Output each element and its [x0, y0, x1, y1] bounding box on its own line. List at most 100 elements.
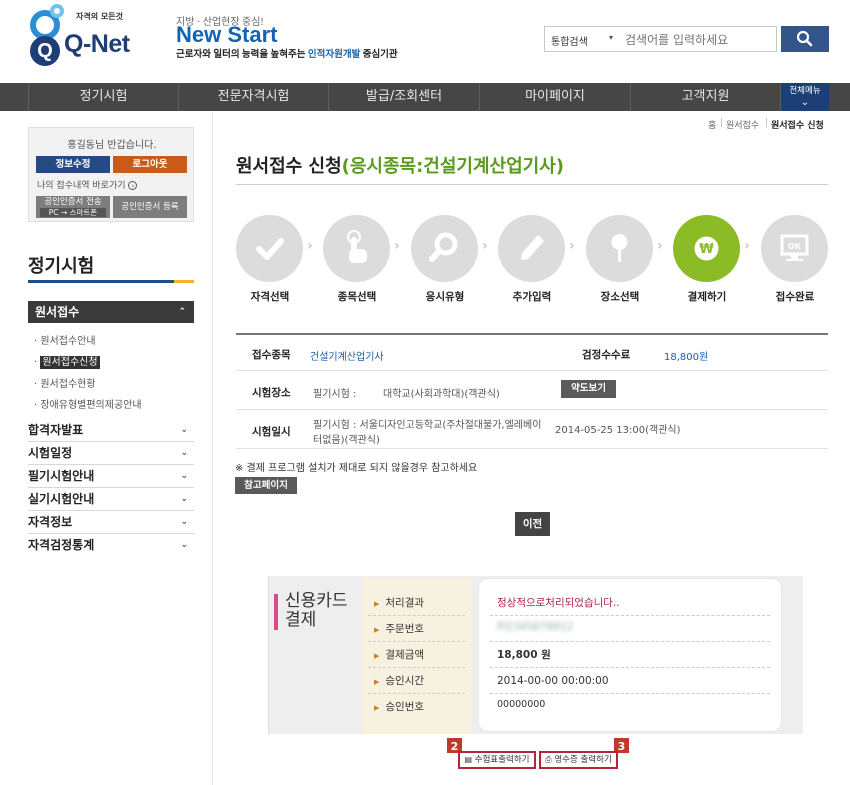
print-admission-ticket-button[interactable]: ▤ 수험표출력하기 [458, 751, 536, 769]
svg-text:OK: OK [788, 242, 802, 251]
search-scope-select[interactable]: 통합검색 [551, 33, 588, 48]
step-3-circle [411, 215, 478, 282]
new-start-desc: 근로자와 일터의 능력을 높혀주는 인적자원개발 중심기관 [176, 50, 398, 60]
info-row-divider [236, 448, 828, 449]
subject-label: 접수종목 [252, 349, 291, 361]
place-label: 시험장소 [252, 387, 291, 399]
payment-label-order: ▶ 주문번호 [374, 623, 425, 635]
chevron-down-icon: ⌄ [800, 97, 810, 108]
chevron-down-icon: ⌄ [180, 471, 188, 481]
logo-subtitle: 자격의 모든것 [76, 12, 123, 21]
chevron-right-icon: › [482, 238, 488, 254]
sidebar-divider [212, 111, 213, 785]
chevron-down-icon: ⌄ [180, 448, 188, 458]
step-label-3: 응시유형 [425, 291, 465, 303]
magnifier-icon [429, 232, 458, 262]
breadcrumb-home[interactable]: 홈 [708, 118, 716, 131]
chevron-down-icon: ⌄ [180, 540, 188, 550]
gnb-item-support[interactable]: 고객지원 [630, 83, 781, 111]
info-row-divider [236, 409, 828, 410]
ok-monitor-icon: OK [780, 234, 809, 261]
step-6-circle-active: ₩ [673, 215, 740, 282]
printer-icon: ⎙ [545, 755, 552, 764]
chevron-down-icon: ⌄ [180, 425, 188, 435]
info-row-divider [236, 370, 828, 371]
sidebar-sub-item-status[interactable]: · 원서접수현황 [34, 375, 96, 390]
chevron-right-icon: › [657, 238, 663, 254]
chevron-right-icon: › [744, 238, 750, 254]
step-1-circle [236, 215, 303, 282]
sidebar-item-schedule[interactable]: 시험일정 ⌄ [28, 442, 194, 465]
step-label-5: 장소선택 [600, 291, 640, 303]
date-place-line-1: 필기시험 : 서울디자인고등학교(주차절대불가,엘레베이 [313, 420, 542, 431]
step-label-7: 접수완료 [775, 291, 815, 303]
sidebar-sub-item-apply[interactable]: · 원서접수신청 [34, 353, 100, 369]
all-menu-button[interactable]: 전체메뉴 ⌄ [781, 83, 829, 111]
map-button[interactable]: 약도보기 [561, 380, 616, 398]
cert-transfer-button[interactable]: 공인인증서 전송 PC → 스마트폰 [36, 196, 110, 218]
reference-page-button[interactable]: 참고페이지 [235, 477, 297, 494]
all-menu-label: 전체메뉴 [789, 86, 821, 96]
search-button[interactable] [781, 26, 829, 52]
sidebar-item-practical-guide[interactable]: 실기시험안내 ⌄ [28, 488, 194, 511]
search-icon [796, 30, 813, 47]
arrow-bullet-icon: ▶ [374, 626, 380, 634]
payment-result-value: 정상적으로처리되었습니다.. [497, 597, 620, 609]
chevron-right-icon: › [307, 238, 313, 254]
sidebar-sub-head-application[interactable]: 원서접수 ⌃ [28, 301, 194, 323]
sidebar-section-title: 정기시험 [28, 256, 95, 277]
sidebar-item-results[interactable]: 합격자발표 ⌄ [28, 419, 194, 442]
arrow-bullet-icon: ▶ [374, 600, 380, 608]
step-7-circle: OK [761, 215, 828, 282]
sidebar-item-qualification-info[interactable]: 자격정보 ⌄ [28, 511, 194, 534]
step-label-4: 추가입력 [512, 291, 552, 303]
title-divider [236, 184, 828, 185]
check-icon [256, 238, 284, 260]
subject-value: 건설기계산업기사 [310, 352, 384, 363]
document-icon: ▤ [464, 755, 473, 764]
logo-q-mark: Q [30, 36, 60, 66]
install-notice: ※ 결제 프로그램 설치가 제대로 되지 않을경우 참고하세요 [235, 463, 478, 474]
cert-register-button[interactable]: 공인인증서 등록 [113, 196, 187, 218]
gnb-item-mypage[interactable]: 마이페이지 [479, 83, 630, 111]
info-table-top-border [236, 333, 828, 335]
place-value: 대학교(사회과학대)(객관식) [383, 389, 500, 400]
pencil-icon [521, 235, 544, 260]
payment-time-value: 2014-00-00 00:00:00 [497, 675, 609, 687]
gnb-item-professional-exam[interactable]: 전문자격시험 [178, 83, 328, 111]
new-start-title: New Start [176, 22, 278, 47]
sidebar-sub-item-accessibility[interactable]: · 장애유형별편의제공안내 [34, 396, 142, 411]
print-receipt-button[interactable]: ⎙ 영수증 출력하기 [539, 751, 618, 769]
sidebar-item-written-guide[interactable]: 필기시험안내 ⌄ [28, 465, 194, 488]
fee-label: 검정수수료 [582, 349, 631, 361]
profile-edit-button[interactable]: 정보수정 [36, 156, 110, 173]
breadcrumb-current: 원서접수 신청 [771, 121, 824, 131]
search-input[interactable] [625, 31, 773, 49]
welcome-text: 홍길동님 반갑습니다. [67, 140, 157, 151]
logout-button[interactable]: 로그아웃 [113, 156, 187, 173]
chevron-down-icon[interactable]: ▾ [609, 33, 613, 42]
payment-amount-value: 18,800 원 [497, 649, 551, 661]
prev-button[interactable]: 이전 [515, 512, 550, 536]
sidebar-sub-item-guide[interactable]: · 원서접수안내 [34, 332, 96, 347]
date-value: 2014-05-25 13:00(객관식) [555, 425, 681, 436]
step-label-1: 자격선택 [250, 291, 290, 303]
step-5-circle [586, 215, 653, 282]
gnb-item-regular-exam[interactable]: 정기시험 [28, 83, 178, 111]
fee-value: 18,800원 [664, 352, 709, 363]
sidebar-item-statistics[interactable]: 자격검정통계 ⌄ [28, 534, 194, 557]
welcome-box: 홍길동님 반갑습니다. 정보수정 로그아웃 나의 접수내역 바로가기 › 공인인… [28, 127, 194, 222]
arrow-bullet-icon: ▶ [374, 678, 380, 686]
arrow-bullet-icon: ▶ [374, 652, 380, 660]
arrow-bullet-icon: ▶ [374, 704, 380, 712]
logo-text: Q-Net [64, 30, 130, 58]
gnb-item-issue-center[interactable]: 발급/조회센터 [328, 83, 479, 111]
breadcrumb-application[interactable]: 원서접수 [726, 118, 759, 131]
payment-approval-value: 00000000 [497, 699, 546, 710]
payment-label-result: ▶ 처리결과 [374, 597, 425, 609]
date-label: 시험일시 [252, 426, 291, 438]
chevron-right-icon: › [394, 238, 400, 254]
payment-label-time: ▶ 승인시간 [374, 675, 425, 687]
date-place-line-2: 터없음)(객관식) [313, 435, 380, 446]
my-history-link[interactable]: 나의 접수내역 바로가기 › [37, 178, 138, 191]
